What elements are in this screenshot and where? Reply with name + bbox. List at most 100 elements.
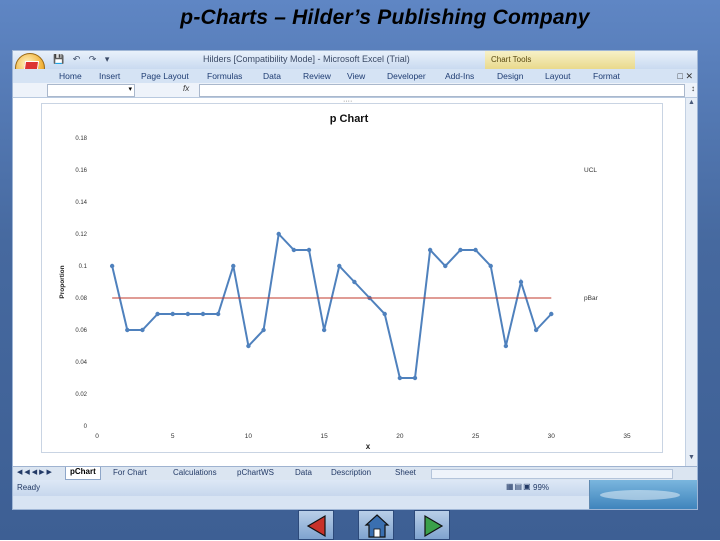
y-tick-label: 0.1 (79, 264, 88, 270)
view-mode-icons[interactable]: ▦▤▣ (506, 482, 532, 491)
home-slide-button[interactable] (358, 510, 394, 540)
data-point (261, 327, 266, 333)
chart-svg: p Chart Proportion x 0 0.02 0.04 0.06 0.08 0.… (59, 113, 631, 451)
sheet-tab-bar: ◀◀◀▶▶ pChart For Chart Calculations pCha… (13, 466, 697, 480)
x-tick-label: 5 (171, 433, 175, 440)
chart-annotation: UCL (584, 167, 597, 174)
sheet-tab-sheet[interactable]: Sheet (395, 468, 416, 477)
undo-icon[interactable]: ↶ (73, 54, 81, 65)
save-icon[interactable]: 💾 (53, 54, 64, 65)
data-point (397, 375, 403, 381)
data-point (533, 327, 539, 333)
tab-format[interactable]: Format (593, 71, 620, 81)
data-point (215, 311, 221, 317)
chart-tools-label: Chart Tools (485, 51, 635, 69)
scroll-up-icon[interactable]: ▲ (688, 99, 695, 106)
data-point (246, 343, 251, 349)
quick-access-toolbar: 💾 ↶ ↷ ▾ (53, 54, 115, 65)
formula-bar: ▾ fx ↕ (13, 83, 697, 98)
data-point (185, 311, 191, 317)
home-icon (364, 514, 390, 538)
data-point (458, 247, 463, 253)
vertical-scrollbar[interactable]: ▲ ▼ (685, 98, 697, 466)
tab-layout[interactable]: Layout (545, 71, 571, 81)
data-point (291, 247, 297, 253)
data-point (503, 343, 509, 349)
tab-home[interactable]: Home (59, 71, 82, 81)
taskbar-thumbnail (589, 480, 697, 509)
y-tick-label: 0.06 (75, 328, 87, 334)
tab-data[interactable]: Data (263, 71, 281, 81)
data-point (488, 263, 493, 269)
sheet-tab-description[interactable]: Description (331, 468, 371, 477)
name-box[interactable]: ▾ (47, 84, 135, 97)
data-point (443, 263, 448, 269)
sheet-tab-pchartws[interactable]: pChartWS (237, 468, 274, 477)
x-tick-label: 35 (623, 433, 631, 440)
data-point (352, 279, 357, 285)
excel-window: 💾 ↶ ↷ ▾ Hilders [Compatibility Mode] - M… (12, 50, 698, 510)
formula-input[interactable] (199, 84, 685, 97)
customize-qat-icon[interactable]: ▾ (105, 54, 110, 65)
status-text: Ready (17, 483, 41, 492)
horizontal-scrollbar[interactable] (431, 469, 673, 479)
x-axis-label: x (366, 442, 371, 451)
dropdown-arrow-icon[interactable]: ▾ (128, 85, 132, 93)
data-point (140, 327, 145, 333)
data-point (109, 263, 115, 269)
data-point (231, 263, 236, 269)
x-tick-label: 15 (321, 433, 329, 440)
expand-formula-bar-icon[interactable]: ↕ (691, 84, 695, 93)
y-tick-label: 0.14 (75, 200, 87, 206)
y-axis-label: Proportion (59, 265, 66, 298)
x-tick-label: 25 (472, 433, 480, 440)
sheet-tab-pchart[interactable]: pChart (65, 467, 101, 480)
data-point (412, 375, 418, 381)
x-tick-label: 20 (396, 433, 404, 440)
scroll-down-icon[interactable]: ▼ (688, 454, 695, 461)
chart-annotation: pBar (584, 295, 599, 302)
excel-titlebar: 💾 ↶ ↷ ▾ Hilders [Compatibility Mode] - M… (13, 51, 697, 69)
sheet-tab-data[interactable]: Data (295, 468, 312, 477)
data-point (170, 311, 175, 317)
y-tick-label: 0.04 (75, 360, 87, 366)
sheet-tab-for-chart[interactable]: For Chart (113, 468, 147, 477)
fx-label[interactable]: fx (183, 84, 189, 93)
tab-insert[interactable]: Insert (99, 71, 120, 81)
redo-icon[interactable]: ↷ (89, 54, 97, 65)
data-point (276, 231, 281, 237)
data-point (518, 279, 524, 285)
tab-view[interactable]: View (347, 71, 365, 81)
taskbar-strip (13, 496, 589, 509)
chart-title: p Chart (330, 113, 369, 125)
data-point (473, 247, 478, 253)
tab-review[interactable]: Review (303, 71, 331, 81)
sheet-tab-calculations[interactable]: Calculations (173, 468, 217, 477)
previous-slide-button[interactable] (298, 510, 334, 540)
tab-developer[interactable]: Developer (387, 71, 426, 81)
zoom-level[interactable]: 99% (533, 483, 549, 492)
x-tick-label: 0 (95, 433, 99, 440)
y-tick-label: 0.08 (75, 296, 87, 302)
slide-title: p-Charts – Hilder’s Publishing Company (180, 6, 590, 29)
wave-image (600, 490, 680, 500)
data-point (155, 311, 160, 317)
y-tick-label: 0.18 (75, 136, 87, 142)
p-chart[interactable]: p Chart Proportion x 0 0.02 0.04 0.06 0.08 0.… (41, 103, 663, 453)
next-slide-button[interactable] (414, 510, 450, 540)
sheet-nav-arrows-icon[interactable]: ◀◀◀▶▶ (17, 468, 54, 476)
x-tick-label: 10 (245, 433, 253, 440)
data-point (382, 311, 387, 317)
ribbon-tabs: Home Insert Page Layout Formulas Data Re… (13, 69, 697, 84)
series-line-proportion (111, 231, 553, 379)
window-close-icon[interactable]: □ ✕ (678, 71, 693, 82)
slide-navigation (0, 510, 720, 540)
tab-formulas[interactable]: Formulas (207, 71, 242, 81)
tab-page-layout[interactable]: Page Layout (141, 71, 189, 81)
y-tick-label: 0.02 (75, 392, 87, 398)
tab-design[interactable]: Design (497, 71, 523, 81)
data-point (200, 311, 206, 317)
y-tick-label: 0.12 (75, 232, 87, 238)
tab-add-ins[interactable]: Add-Ins (445, 71, 474, 81)
next-arrow-icon (424, 514, 444, 538)
